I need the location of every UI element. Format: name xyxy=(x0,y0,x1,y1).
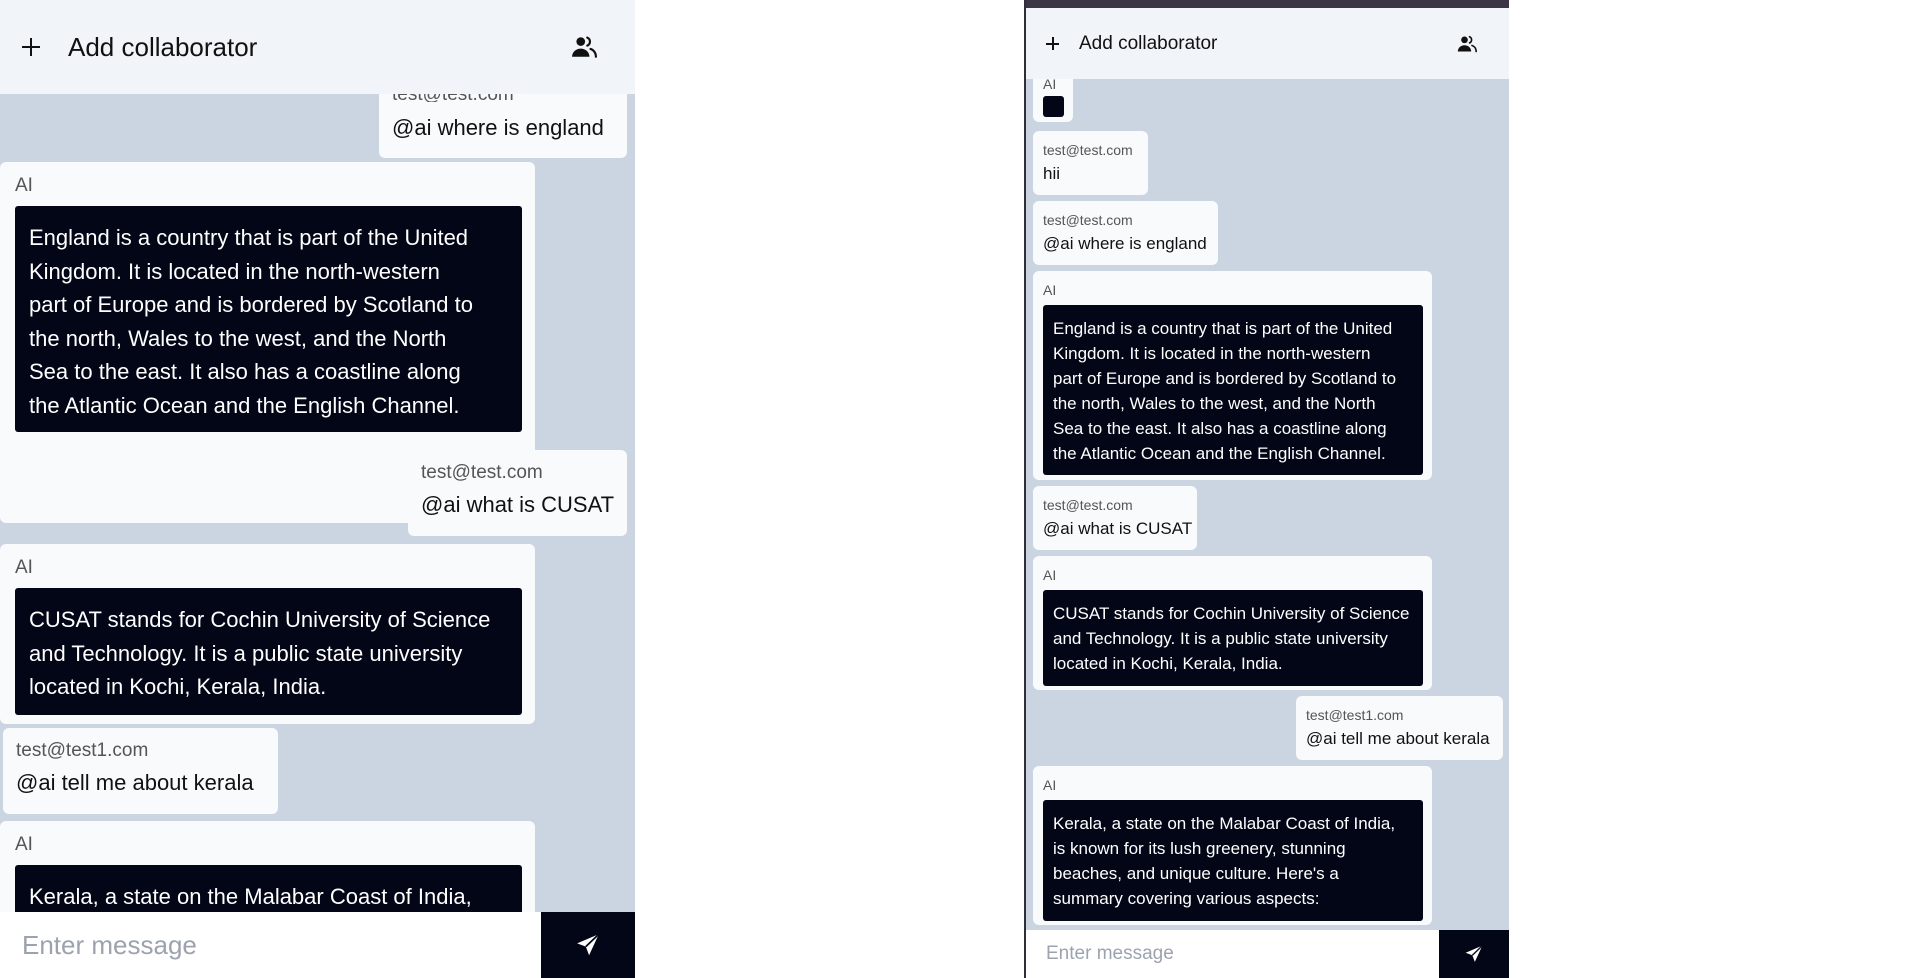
add-collaborator-button[interactable]: Add collaborator xyxy=(22,32,257,63)
message-bubble: test@test.com @ai what is CUSAT xyxy=(408,450,627,536)
ai-response-line: the Atlantic Ocean and the English Chann… xyxy=(29,392,460,418)
ai-response-line: Kerala, a state on the Malabar Coast of … xyxy=(1053,814,1396,833)
message-bubble: AI xyxy=(1033,73,1073,122)
message-bubble: test@test.com @ai where is england xyxy=(1033,201,1218,265)
window-top-bar xyxy=(1026,0,1509,8)
ai-response-line: located in Kochi, Kerala, India. xyxy=(29,674,327,699)
ai-response: England is a country that is part of the… xyxy=(15,206,522,432)
message-sender: test@test.com xyxy=(421,462,543,483)
message-sender: AI xyxy=(1043,79,1057,90)
ai-response: England is a country that is part of the… xyxy=(1043,305,1423,475)
send-icon xyxy=(1465,945,1483,962)
chat-panel: Add collaborator AI test@test.com hii te… xyxy=(1026,0,1509,978)
message-list[interactable]: AI test@test.com hii test@test.com @ai w… xyxy=(1026,71,1509,930)
send-icon xyxy=(577,933,600,956)
message-sender: AI xyxy=(1043,282,1057,298)
ai-response-line: CUSAT stands for Cochin University of Sc… xyxy=(1053,604,1410,623)
users-icon xyxy=(572,36,597,58)
ai-response-line: CUSAT stands for Cochin University of Sc… xyxy=(29,607,491,632)
plus-icon xyxy=(1046,37,1059,50)
ai-response: CUSAT stands for Cochin University of Sc… xyxy=(15,588,522,715)
plus-icon xyxy=(22,38,40,56)
message-bubble: test@test1.com @ai tell me about kerala xyxy=(1296,696,1503,760)
message-bubble: AI CUSAT stands for Cochin University of… xyxy=(1033,556,1432,690)
message-input[interactable] xyxy=(1026,930,1439,978)
ai-response-line: located in Kochi, Kerala, India. xyxy=(1053,654,1283,673)
message-text: @ai tell me about kerala xyxy=(16,770,254,795)
collaborators-button[interactable] xyxy=(571,34,597,60)
message-sender: test@test.com xyxy=(1043,212,1133,228)
message-bubble: AI Kerala, a state on the Malabar Coast … xyxy=(1033,766,1432,925)
ai-response-line: Sea to the east. It also has a coastline… xyxy=(1053,419,1387,438)
chat-header: Add collaborator xyxy=(1026,8,1509,79)
message-bubble: AI England is a country that is part of … xyxy=(1033,271,1432,480)
message-sender: test@test1.com xyxy=(1306,707,1404,723)
message-sender: AI xyxy=(1043,567,1057,583)
ai-response-line: the north, Wales to the west, and the No… xyxy=(1053,394,1376,413)
ai-response xyxy=(1043,96,1064,117)
ai-response-line: Sea to the east. It also has a coastline… xyxy=(29,359,461,384)
ai-response-line: beaches, and unique culture. Here's a xyxy=(1053,864,1339,883)
ai-response-line: England is a country that is part of the… xyxy=(1053,319,1393,338)
right-chat-window: Add collaborator AI test@test.com hii te… xyxy=(1024,0,1509,978)
ai-response-line: and Technology. It is a public state uni… xyxy=(1053,629,1388,648)
message-input-bar xyxy=(1026,930,1509,978)
ai-response-line: summary covering various aspects: xyxy=(1053,889,1320,908)
chat-header: Add collaborator xyxy=(0,0,635,94)
message-list[interactable]: test@test.com @ai where is england AI En… xyxy=(0,80,635,965)
message-text: hii xyxy=(1043,164,1061,183)
message-text: @ai what is CUSAT xyxy=(421,492,615,517)
ai-response-line: Kingdom. It is located in the north-west… xyxy=(1053,344,1371,363)
add-collaborator-button[interactable]: Add collaborator xyxy=(1046,33,1217,55)
message-text: @ai tell me about kerala xyxy=(1306,729,1490,748)
ai-response-line: and Technology. It is a public state uni… xyxy=(29,640,463,666)
add-collaborator-label: Add collaborator xyxy=(1079,32,1218,54)
send-button[interactable] xyxy=(541,912,635,978)
send-button[interactable] xyxy=(1439,930,1509,978)
message-sender: AI xyxy=(15,834,33,855)
message-bubble: test@test1.com @ai tell me about kerala xyxy=(3,728,278,814)
message-text: @ai what is CUSAT xyxy=(1043,519,1193,538)
collaborators-button[interactable] xyxy=(1457,34,1477,54)
message-sender: AI xyxy=(15,557,33,578)
add-collaborator-label: Add collaborator xyxy=(68,31,258,62)
message-sender: test@test.com xyxy=(1043,142,1133,158)
message-sender: AI xyxy=(1043,777,1057,793)
ai-response-line: is known for its lush greenery, stunning xyxy=(1053,839,1346,858)
ai-response-line: part of Europe and is bordered by Scotla… xyxy=(1053,369,1397,388)
message-input[interactable] xyxy=(0,912,541,978)
ai-response-line: Kingdom. It is located in the north-west… xyxy=(29,258,440,284)
message-text: @ai where is england xyxy=(392,115,604,140)
users-icon xyxy=(1457,35,1477,52)
message-input-bar xyxy=(0,912,635,978)
ai-response: Kerala, a state on the Malabar Coast of … xyxy=(1043,800,1423,921)
ai-response-line: the north, Wales to the west, and the No… xyxy=(29,325,447,351)
ai-response-line: England is a country that is part of the… xyxy=(29,225,469,250)
left-chat-window: Add collaborator test@test.com @ai where… xyxy=(0,0,635,978)
message-sender: test@test1.com xyxy=(16,740,149,761)
chat-panel: Add collaborator test@test.com @ai where… xyxy=(0,0,635,978)
ai-response-line: part of Europe and is bordered by Scotla… xyxy=(29,292,473,317)
ai-response-line: the Atlantic Ocean and the English Chann… xyxy=(1053,444,1386,463)
message-bubble: AI CUSAT stands for Cochin University of… xyxy=(0,544,535,724)
ai-response: CUSAT stands for Cochin University of Sc… xyxy=(1043,590,1423,686)
message-text: @ai where is england xyxy=(1043,234,1207,253)
message-sender: AI xyxy=(15,175,33,196)
message-sender: test@test.com xyxy=(1043,497,1133,513)
message-bubble: test@test.com @ai what is CUSAT xyxy=(1033,486,1197,550)
ai-response-line: Kerala, a state on the Malabar Coast of … xyxy=(29,884,472,909)
message-bubble: test@test.com hii xyxy=(1033,131,1148,195)
